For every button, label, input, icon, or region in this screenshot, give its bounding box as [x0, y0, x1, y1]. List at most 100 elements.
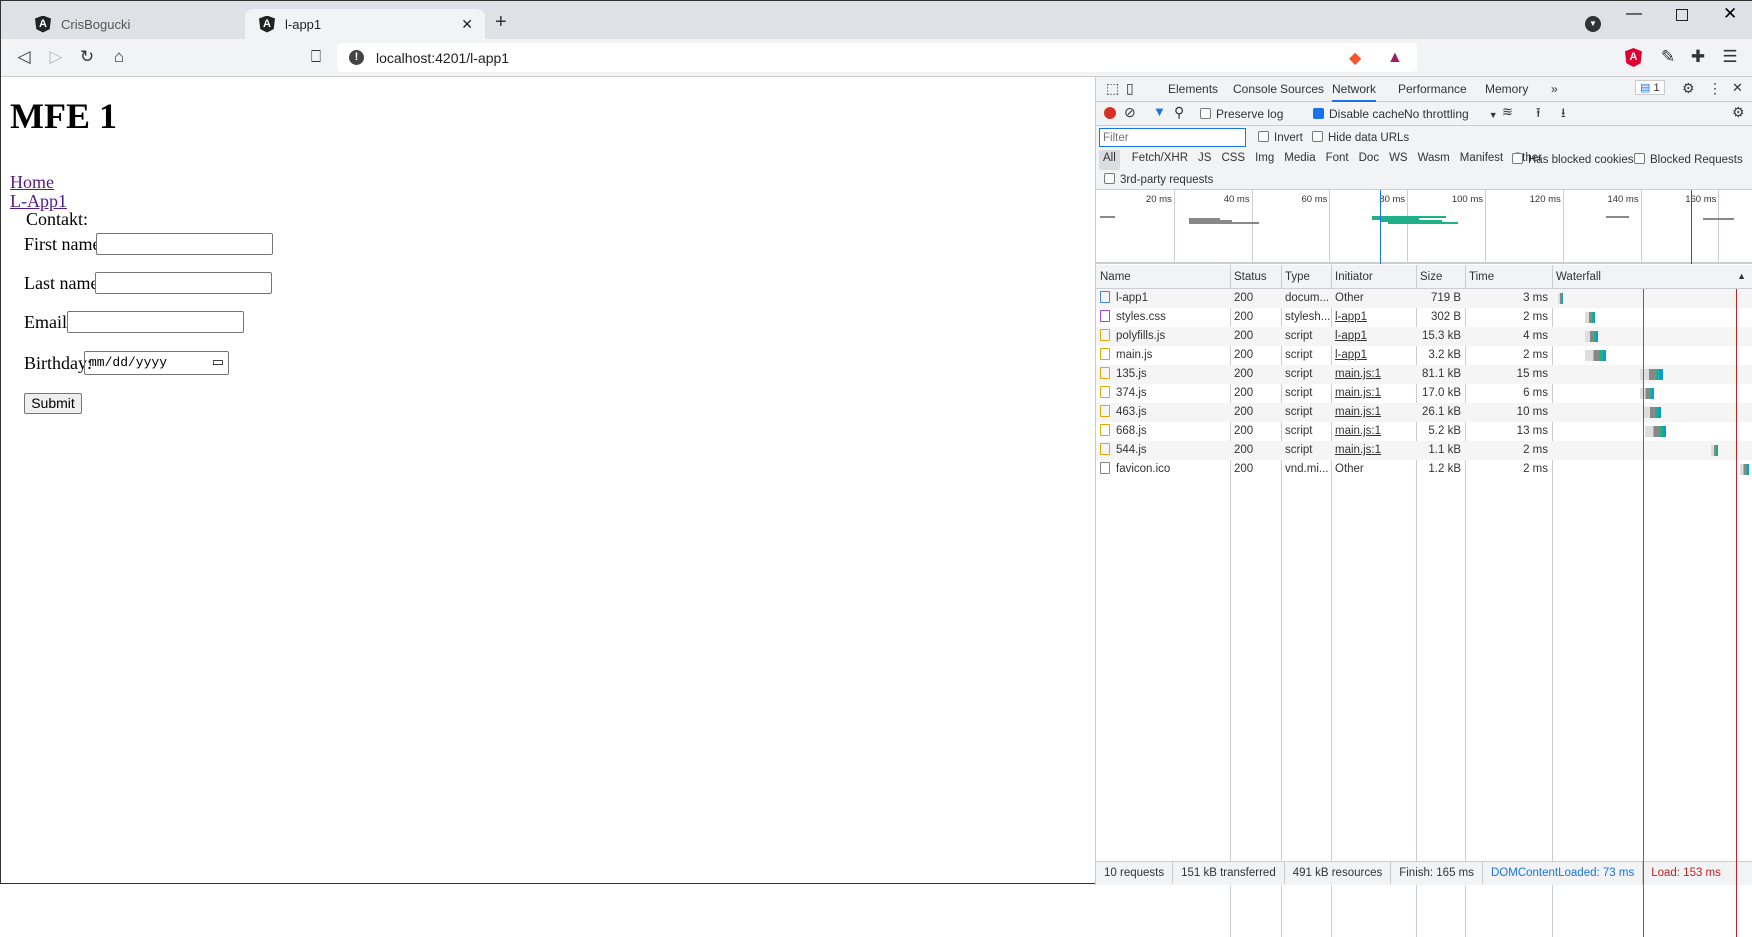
cell-name[interactable]: 668.js — [1096, 422, 1230, 441]
search-icon[interactable]: ⚲ — [1174, 104, 1184, 121]
back-icon[interactable]: ◁ — [13, 47, 35, 67]
filter-icon[interactable]: ▼ — [1153, 104, 1166, 119]
extensions-puzzle-icon[interactable]: ✚ — [1687, 47, 1709, 67]
table-row[interactable]: 463.js 200 script main.js:1 26.1 kB 10 ms — [1096, 403, 1752, 422]
table-row[interactable]: 374.js 200 script main.js:1 17.0 kB 6 ms — [1096, 384, 1752, 403]
address-bar[interactable]: ! localhost:4201/l-app1 ◆ ▲ — [337, 43, 1417, 72]
type-filter-media[interactable]: Media — [1280, 150, 1319, 170]
cell-initiator[interactable]: l-app1 — [1331, 308, 1416, 327]
column-header-name[interactable]: Name — [1096, 265, 1230, 289]
home-link[interactable]: Home — [10, 172, 54, 193]
home-icon[interactable]: ⌂ — [108, 47, 130, 67]
column-header-status[interactable]: Status — [1230, 265, 1281, 289]
submit-button[interactable]: Submit — [24, 393, 82, 414]
table-row[interactable]: main.js 200 script l-app1 3.2 kB 2 ms — [1096, 346, 1752, 365]
forward-icon[interactable]: ▷ — [45, 47, 67, 67]
maximize-icon[interactable] — [1676, 9, 1688, 21]
tab-sources[interactable]: Sources — [1280, 82, 1324, 96]
cell-name[interactable]: 374.js — [1096, 384, 1230, 403]
new-tab-button[interactable]: + — [495, 11, 507, 34]
tab-elements[interactable]: Elements — [1168, 82, 1218, 96]
type-filter-font[interactable]: Font — [1322, 150, 1353, 170]
close-devtools-icon[interactable]: ✕ — [1732, 80, 1743, 96]
column-header-initiator[interactable]: Initiator — [1331, 265, 1416, 289]
angular-devtools-icon[interactable]: A — [1625, 48, 1642, 67]
table-row[interactable]: styles.css 200 stylesh... l-app1 302 B 2 ms — [1096, 308, 1752, 327]
invert-checkbox[interactable]: Invert — [1258, 131, 1303, 144]
export-har-icon[interactable]: ⭳ — [1561, 104, 1566, 126]
first-name-input[interactable] — [96, 233, 273, 255]
cell-name[interactable]: favicon.ico — [1096, 460, 1230, 479]
brave-shields-icon[interactable]: ◆ — [1349, 48, 1361, 68]
column-header-type[interactable]: Type — [1281, 265, 1331, 289]
last-name-input[interactable] — [95, 272, 272, 294]
tab-console[interactable]: Console — [1233, 82, 1277, 96]
cell-name[interactable]: 135.js — [1096, 365, 1230, 384]
eyedropper-extension-icon[interactable]: ✎ — [1657, 47, 1679, 67]
inspect-element-icon[interactable]: ⬚ — [1106, 80, 1119, 97]
tab-performance[interactable]: Performance — [1398, 82, 1467, 96]
cell-initiator[interactable]: l-app1 — [1331, 346, 1416, 365]
cell-initiator[interactable]: main.js:1 — [1331, 422, 1416, 441]
type-filter-js[interactable]: JS — [1194, 150, 1215, 170]
record-icon[interactable] — [1104, 107, 1116, 119]
close-window-icon[interactable]: ✕ — [1723, 4, 1737, 24]
calendar-icon[interactable]: ▭ — [212, 352, 224, 374]
cell-name[interactable]: styles.css — [1096, 308, 1230, 327]
type-filter-img[interactable]: Img — [1251, 150, 1278, 170]
table-row[interactable]: favicon.ico 200 vnd.mi... Other 1.2 kB 2 ms — [1096, 460, 1752, 479]
cell-initiator[interactable]: main.js:1 — [1331, 403, 1416, 422]
reload-icon[interactable]: ↻ — [76, 47, 98, 67]
issues-badge[interactable]: ▤ 1 — [1635, 80, 1665, 95]
third-party-checkbox[interactable]: 3rd-party requests — [1104, 173, 1213, 186]
throttling-select[interactable]: No throttling ▼ — [1404, 107, 1498, 121]
disable-cache-checkbox[interactable]: Disable cache — [1313, 107, 1404, 121]
cell-name[interactable]: 463.js — [1096, 403, 1230, 422]
blocked-requests-checkbox[interactable]: Blocked Requests — [1634, 153, 1743, 166]
type-filter-manifest[interactable]: Manifest — [1456, 150, 1507, 170]
sort-ascending-icon[interactable]: ▲ — [1737, 271, 1746, 281]
cell-initiator[interactable]: main.js:1 — [1331, 441, 1416, 460]
more-tabs-button[interactable]: » — [1551, 82, 1558, 96]
brave-rewards-icon[interactable]: ▲ — [1387, 49, 1403, 67]
network-settings-icon[interactable]: ⚙ — [1732, 104, 1745, 121]
filter-input[interactable] — [1099, 128, 1246, 147]
type-filter-wasm[interactable]: Wasm — [1414, 150, 1454, 170]
table-row[interactable]: 668.js 200 script main.js:1 5.2 kB 13 ms — [1096, 422, 1752, 441]
tab-memory[interactable]: Memory — [1485, 82, 1528, 96]
cell-name[interactable]: polyfills.js — [1096, 327, 1230, 346]
type-filter-css[interactable]: CSS — [1217, 150, 1249, 170]
table-row[interactable]: polyfills.js 200 script l-app1 15.3 kB 4 ms — [1096, 327, 1752, 346]
tab-network[interactable]: Network — [1332, 82, 1377, 102]
has-blocked-cookies-checkbox[interactable]: Has blocked cookies — [1512, 153, 1633, 166]
cell-name[interactable]: main.js — [1096, 346, 1230, 365]
hide-data-urls-checkbox[interactable]: Hide data URLs — [1312, 131, 1409, 144]
bookmark-icon[interactable]: ⎕ — [305, 47, 327, 67]
cell-name[interactable]: 544.js — [1096, 441, 1230, 460]
minimize-icon[interactable]: — — [1626, 5, 1642, 23]
clear-icon[interactable]: ⊘ — [1124, 104, 1136, 121]
more-options-icon[interactable]: ⋮ — [1708, 80, 1722, 97]
type-filter-ws[interactable]: WS — [1385, 150, 1412, 170]
menu-icon[interactable]: ☰ — [1719, 47, 1741, 67]
cell-initiator[interactable]: main.js:1 — [1331, 365, 1416, 384]
column-header-time[interactable]: Time — [1465, 265, 1552, 289]
settings-icon[interactable]: ⚙ — [1682, 80, 1695, 97]
type-filter-doc[interactable]: Doc — [1355, 150, 1383, 170]
close-tab-icon[interactable]: ✕ — [461, 16, 473, 33]
type-filter-fetchxhr[interactable]: Fetch/XHR — [1128, 150, 1192, 170]
network-conditions-icon[interactable]: ≋ — [1502, 104, 1513, 120]
tab-crisbogucki[interactable]: A CrisBogucki — [21, 9, 241, 39]
import-har-icon[interactable]: ⭱ — [1536, 104, 1541, 126]
device-toolbar-icon[interactable]: ▯ — [1126, 80, 1134, 97]
table-row[interactable]: l-app1 200 docum... Other 719 B 3 ms — [1096, 289, 1752, 308]
column-header-size[interactable]: Size — [1416, 265, 1465, 289]
table-row[interactable]: 135.js 200 script main.js:1 81.1 kB 15 ms — [1096, 365, 1752, 384]
cell-initiator[interactable]: l-app1 — [1331, 327, 1416, 346]
tab-search-icon[interactable]: ▼ — [1585, 16, 1601, 32]
cell-name[interactable]: l-app1 — [1096, 289, 1230, 308]
tab-l-app1[interactable]: Al-app1 ✕ — [245, 9, 485, 39]
type-filter-all[interactable]: All — [1099, 150, 1120, 170]
birthday-input[interactable]: mm/dd/yyyy ▭ — [84, 351, 229, 375]
network-overview[interactable]: 20 ms 40 ms 60 ms 80 ms 100 ms 120 ms 140 ms 16… — [1096, 190, 1752, 264]
